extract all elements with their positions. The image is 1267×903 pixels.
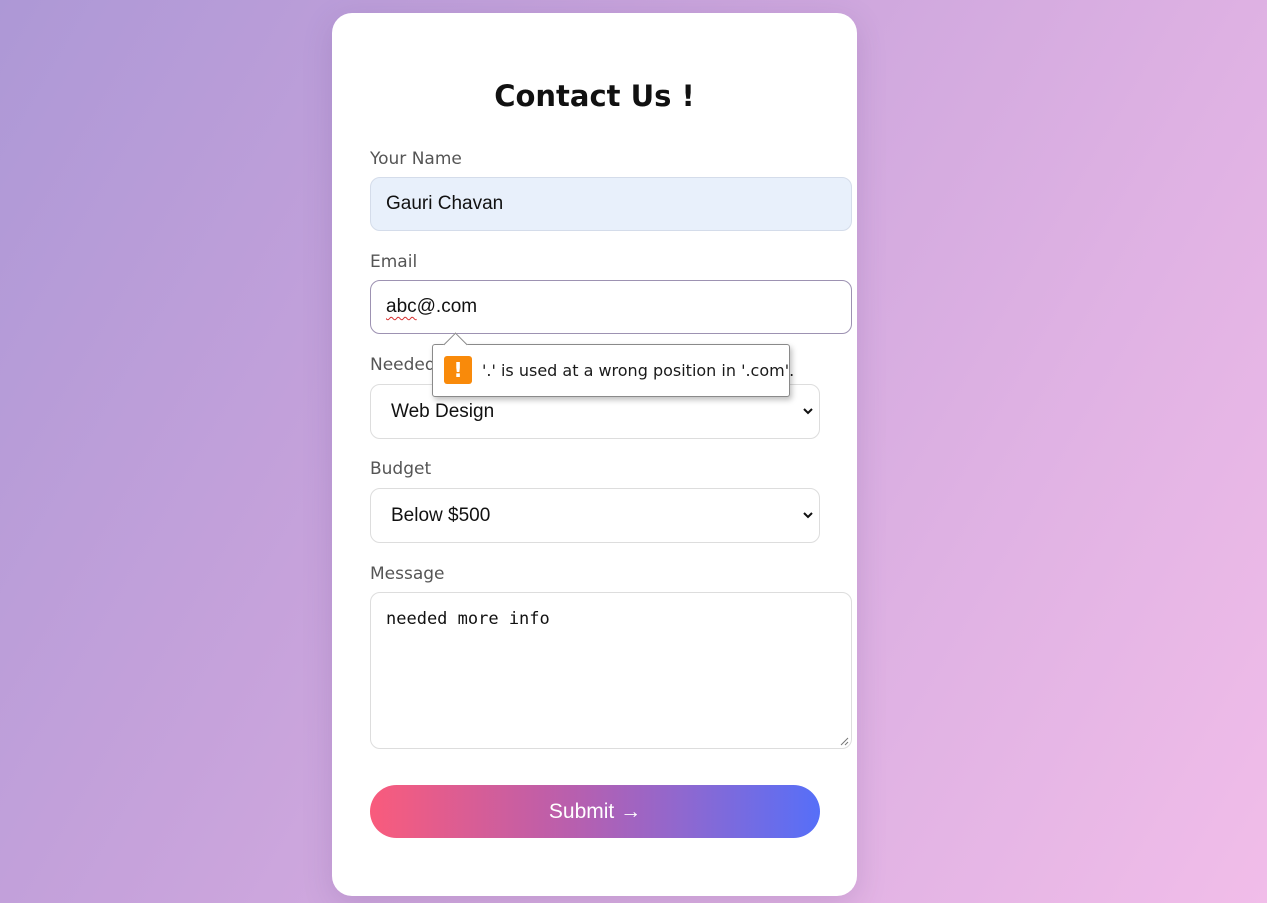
name-input[interactable]: Gauri Chavan <box>370 177 852 231</box>
email-input[interactable]: abc@.com <box>370 280 852 334</box>
message-textarea[interactable]: needed more info <box>370 592 852 749</box>
service-label: Needed <box>370 355 436 375</box>
name-input-value: Gauri Chavan <box>386 193 504 214</box>
email-input-misspelled: abc <box>386 296 417 317</box>
validation-message: '.' is used at a wrong position in '.com… <box>482 361 795 380</box>
warning-icon: ! <box>444 356 472 384</box>
chevron-down-icon <box>803 512 813 519</box>
budget-select-value: Below $500 <box>391 505 491 526</box>
email-label: Email <box>370 252 418 272</box>
email-input-value: @.com <box>416 296 478 317</box>
page-title: Contact Us ! <box>494 79 695 113</box>
resize-handle-icon[interactable] <box>840 737 849 746</box>
budget-select[interactable]: Below $500 <box>370 488 820 543</box>
submit-button[interactable]: Submit → <box>370 785 820 838</box>
name-label: Your Name <box>370 149 462 169</box>
service-select-value: Web Design <box>391 401 495 422</box>
contact-card: Contact Us ! Your Name Gauri Chavan Emai… <box>332 13 857 896</box>
message-label: Message <box>370 564 445 584</box>
chevron-down-icon <box>803 408 813 415</box>
budget-label: Budget <box>370 459 432 479</box>
message-textarea-value: needed more info <box>386 609 550 629</box>
validation-tooltip: ! '.' is used at a wrong position in '.c… <box>432 332 794 397</box>
